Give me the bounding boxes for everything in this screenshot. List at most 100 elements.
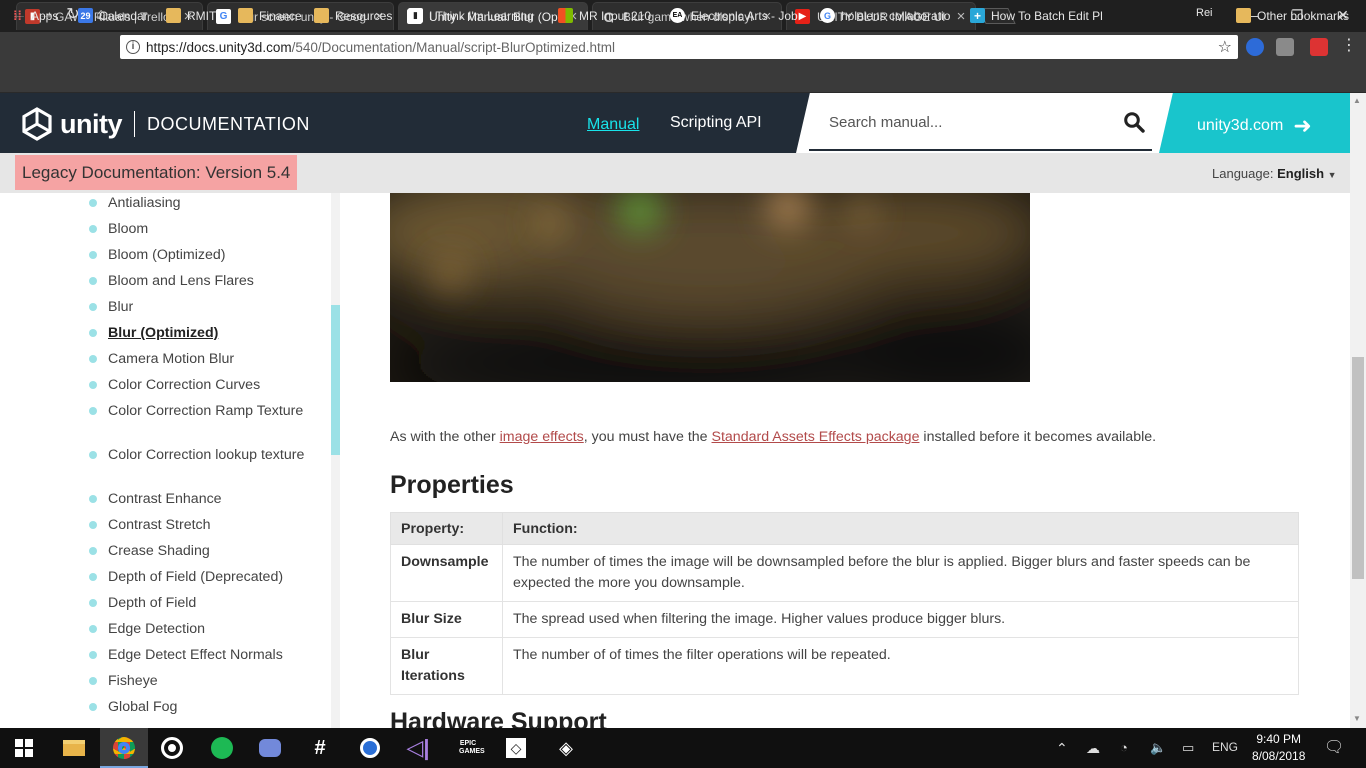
properties-heading: Properties [390,471,514,499]
windows-icon [15,739,33,757]
folder-icon [63,740,85,756]
taskbar-app-circle[interactable] [148,728,196,768]
bookmark-hololens[interactable]: G hololens collaboratio [820,8,950,23]
sidebar-item-color-correction-lookup[interactable]: Color Correction lookup texture [88,446,328,464]
bookmark-label: I Think I'm Learning [429,8,534,23]
bookmark-mr-input[interactable]: MR Input 210 [558,8,651,23]
input-language[interactable]: ENG [1212,740,1238,754]
bookmark-label: How To Batch Edit Pl [991,8,1103,23]
taskbar-file-explorer[interactable] [50,728,98,768]
url-host: https://docs.unity3d.com [146,39,292,55]
search-input[interactable] [809,95,1152,151]
taskbar-unity-hub[interactable]: ◇ [492,728,540,768]
sidebar-item-fisheye[interactable]: Fisheye [88,672,328,690]
scroll-up-icon[interactable]: ▲ [1353,96,1361,105]
sidebar-item-antialiasing[interactable]: Antialiasing [88,194,328,212]
mail-icon[interactable] [1276,38,1294,56]
taskbar-maps[interactable] [346,728,394,768]
image-effects-link[interactable]: image effects [500,429,584,445]
extension-globe-icon[interactable] [1246,38,1264,56]
taskbar-epic-games[interactable]: EPIC GAMES [444,728,492,768]
bookmark-ea[interactable]: EA Electronic Arts - Job [670,8,798,23]
sidebar-item-bloom-lens-flares[interactable]: Bloom and Lens Flares [88,272,328,290]
sidebar-item-depth-of-field[interactable]: Depth of Field [88,594,328,612]
nav-scripting-api-link[interactable]: Scripting API [670,114,762,132]
intro-text-3: installed before it becomes available. [919,429,1157,445]
taskbar-discord[interactable] [246,728,294,768]
intro-text-2: , you must have the [583,429,712,445]
sidebar-item-contrast-enhance[interactable]: Contrast Enhance [88,490,328,508]
bookmarks-bar [0,62,1366,93]
sidebar-item-color-correction-ramp[interactable]: Color Correction Ramp Texture [88,402,328,420]
close-icon[interactable]: × [955,8,967,25]
sidebar-item-contrast-stretch[interactable]: Contrast Stretch [88,516,328,534]
clock-time: 9:40 PM [1256,732,1302,746]
sidebar-item-edge-detection[interactable]: Edge Detection [88,620,328,638]
bookmark-resources[interactable]: Resources [314,8,392,23]
cloud-upload-icon[interactable]: ☁ [1086,740,1100,757]
bookmark-star-icon[interactable]: ☆ [1218,37,1232,57]
notifications-icon[interactable]: 🗨 [1324,737,1344,757]
sidebar-scrollbar-track[interactable] [331,193,340,728]
sidebar-item-dof-deprecated[interactable]: Depth of Field (Deprecated) [88,568,328,586]
wifi-icon[interactable]: ◔ [1120,740,1128,755]
bookmark-label: Electronic Arts - Job [691,8,798,23]
system-clock[interactable]: 9:40 PM 8/08/2018 [1252,731,1305,765]
sidebar-item-global-fog[interactable]: Global Fog [88,698,328,716]
unity-icon: ◈ [559,737,573,758]
bookmark-learning[interactable]: ▮ I Think I'm Learning [408,8,534,23]
location-pin-icon [360,738,380,758]
url-path: /540/Documentation/Manual/script-BlurOpt… [291,39,615,55]
menu-dots-icon[interactable]: ⋮ [1338,36,1360,56]
table-row: Downsample The number of times the image… [390,544,1299,602]
bookmark-finance[interactable]: Finance [238,8,302,23]
legacy-version-badge: Legacy Documentation: Version 5.4 [15,155,298,190]
taskbar-slack[interactable]: # [296,728,344,768]
bookmark-rmit[interactable]: RMIT [166,8,216,23]
chrome-icon [113,737,135,759]
address-bar[interactable]: i https://docs.unity3d.com/540/Documenta… [120,35,1238,59]
volume-icon[interactable]: 🔈 [1150,740,1166,756]
sidebar-item-bloom[interactable]: Bloom [88,220,328,238]
sidebar-item-blur[interactable]: Blur [88,298,328,316]
sidebar-scrollbar-thumb[interactable] [331,305,340,455]
property-name: Downsample [390,544,503,602]
circle-app-icon [161,737,183,759]
unity-icon: ◇ [506,738,526,758]
google-icon: G [216,9,231,24]
blur-example-image [390,193,1030,382]
nav-manual-link[interactable]: Manual [587,116,639,134]
start-button[interactable] [0,728,48,768]
bookmark-other[interactable]: Other bookmarks [1236,8,1349,23]
taskbar-unity[interactable]: ◈ [542,728,590,768]
chevron-up-icon[interactable]: ⌃ [1056,740,1068,757]
standard-assets-link[interactable]: Standard Assets Effects package [712,429,920,445]
search-icon[interactable] [1122,110,1146,134]
sidebar-item-edge-detect-normals[interactable]: Edge Detect Effect Normals [88,646,328,664]
language-selector[interactable]: Language: English ▼ [1212,166,1337,181]
sidebar-item-crease-shading[interactable]: Crease Shading [88,542,328,560]
taskbar-spotify[interactable] [198,728,246,768]
page-scrollbar-thumb[interactable] [1352,357,1364,579]
scroll-down-icon[interactable]: ▼ [1353,714,1361,723]
sidebar-item-blur-optimized[interactable]: Blur (Optimized) [88,324,328,342]
unity-logo[interactable]: unity DOCUMENTATION [20,107,310,141]
bookmark-apps[interactable]: ⁞⁞ Apps [10,8,58,23]
bookmark-calendar[interactable]: 29 Calendar [78,8,148,23]
battery-icon[interactable]: ▭ [1182,740,1194,756]
manual-sidebar: Antialiasing Bloom Bloom (Optimized) Blo… [0,193,340,728]
sidebar-item-color-correction-curves[interactable]: Color Correction Curves [88,376,328,394]
unity3d-link[interactable]: unity3d.com ➜ [1197,113,1312,139]
info-icon[interactable]: i [126,40,140,54]
profile-name[interactable]: Rei [1196,7,1213,19]
spotify-icon [211,737,233,759]
sidebar-item-bloom-optimized[interactable]: Bloom (Optimized) [88,246,328,264]
sidebar-item-camera-motion-blur[interactable]: Camera Motion Blur [88,350,328,368]
bookmark-label: RMIT [187,8,217,23]
property-function: The number of times the image will be do… [502,544,1299,602]
hardware-heading-clip: Hardware Support [340,700,1350,728]
bookmark-batch-edit[interactable]: + How To Batch Edit Pl [970,8,1103,23]
extension-red-icon[interactable] [1310,38,1328,56]
taskbar-chrome[interactable] [100,728,148,768]
taskbar-visual-studio[interactable]: ◁| [394,728,442,768]
